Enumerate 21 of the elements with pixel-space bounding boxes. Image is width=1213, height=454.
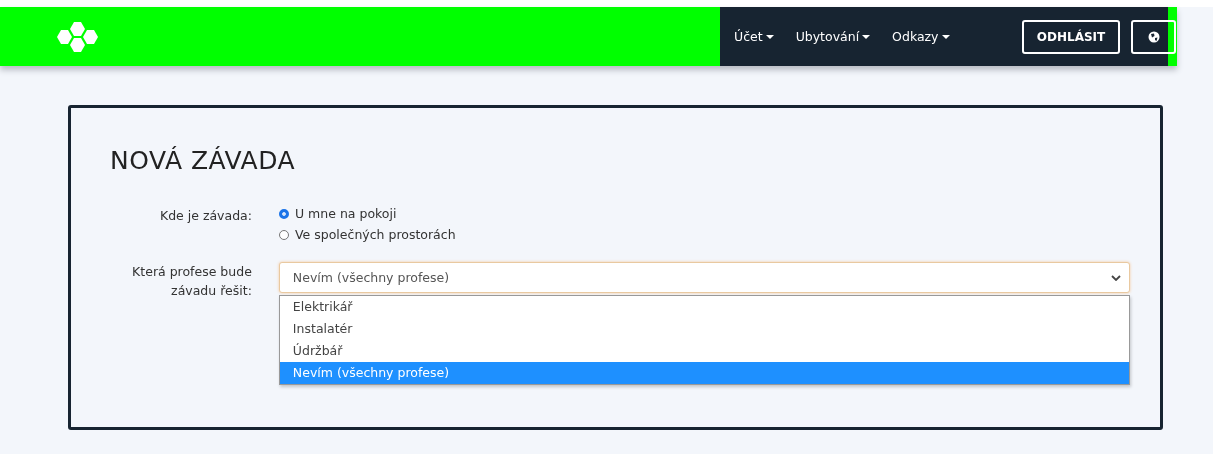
globe-icon [1147, 30, 1160, 43]
radio-button[interactable] [279, 208, 289, 219]
field-label: Kde je závada: [158, 207, 253, 225]
language-button[interactable] [1131, 19, 1176, 54]
logout-button[interactable]: ODHLÁSIT [1022, 19, 1120, 54]
dropdown-option[interactable]: Údržbář [279, 340, 1129, 362]
dropdown-option[interactable]: Elektrikář [279, 296, 1129, 318]
form-title: NOVÁ ZÁVADA [110, 146, 297, 175]
field-label: Která profese bude závadu řešit: [131, 263, 253, 300]
radio-label: U mne na pokoji [295, 206, 397, 221]
caret-icon [765, 34, 774, 39]
caret-icon [941, 34, 950, 39]
select-field[interactable]: Nevím (všechny profese) [278, 262, 1130, 293]
radio-button[interactable] [279, 229, 289, 240]
chevron-icon [1111, 274, 1121, 281]
nav-menu[interactable]: Ubytování [795, 29, 871, 44]
nav-menu[interactable]: Odkazy [892, 29, 950, 44]
caret-icon [862, 34, 871, 39]
nav-menu[interactable]: Účet [734, 29, 774, 44]
dropdown-option[interactable]: Instalatér [279, 318, 1129, 340]
radio-label: Ve společných prostorách [295, 227, 456, 242]
